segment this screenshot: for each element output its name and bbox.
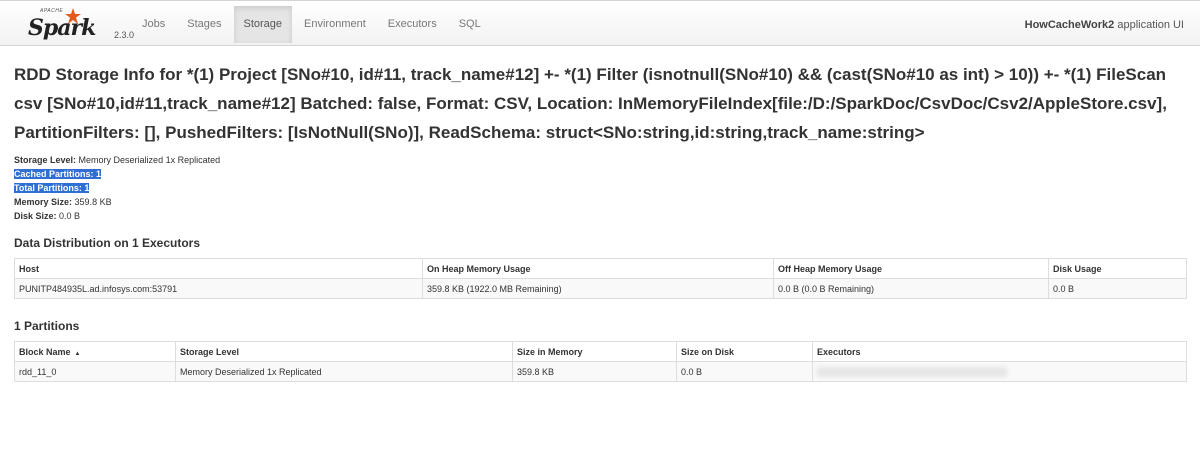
logo-spark-text: Spark — [28, 15, 96, 41]
app-name-bold: HowCacheWork2 — [1024, 19, 1115, 31]
redacted-executor — [817, 366, 1007, 377]
summary-storage-level: Storage Level: Memory Deserialized 1x Re… — [14, 153, 220, 167]
sort-ascending-icon: ▲ — [74, 350, 81, 357]
tab-sql[interactable]: SQL — [449, 6, 491, 43]
summary-disk-size: Disk Size: 0.0 B — [14, 209, 220, 223]
column-header-size-in-memory[interactable]: Size in Memory — [512, 341, 677, 362]
column-header-disk-usage[interactable]: Disk Usage — [1048, 258, 1187, 279]
column-header-host[interactable]: Host — [14, 258, 423, 279]
summary-label: Disk Size: — [14, 211, 57, 221]
app-name-suffix: application UI — [1114, 19, 1184, 31]
column-header-label: Block Name — [19, 346, 71, 357]
table-header-row: Host On Heap Memory Usage Off Heap Memor… — [14, 258, 1187, 279]
tab-jobs[interactable]: Jobs — [132, 6, 175, 43]
cell-host: PUNITP484935L.ad.infosys.com:53791 — [14, 278, 423, 299]
cell-on-heap: 359.8 KB (1922.0 MB Remaining) — [422, 278, 774, 299]
column-header-executors[interactable]: Executors — [812, 341, 1187, 362]
summary-label: Total Partitions: — [14, 183, 82, 193]
table-row: rdd_11_0 Memory Deserialized 1x Replicat… — [14, 361, 1187, 382]
cell-storage-level: Memory Deserialized 1x Replicated — [175, 361, 513, 382]
summary-label: Cached Partitions: — [14, 169, 94, 179]
summary-value: 1 — [84, 183, 90, 193]
summary-label: Storage Level: — [14, 155, 77, 165]
spark-logo[interactable]: APACHE Spark 2.3.0 — [28, 5, 138, 41]
cell-size-in-memory: 359.8 KB — [512, 361, 677, 382]
tab-executors[interactable]: Executors — [378, 6, 447, 43]
table-header-row: Block Name ▲ Storage Level Size in Memory… — [14, 341, 1187, 362]
cell-executors — [812, 361, 1187, 382]
logo-apache-text: APACHE — [40, 8, 64, 14]
nav-tabs: Jobs Stages Storage Environment Executor… — [132, 6, 493, 43]
column-header-block-name[interactable]: Block Name ▲ — [14, 341, 176, 362]
summary-value: 0.0 B — [59, 211, 81, 221]
page-title: RDD Storage Info for *(1) Project [SNo#1… — [14, 65, 1167, 142]
column-header-storage-level[interactable]: Storage Level — [175, 341, 513, 362]
rdd-summary: Storage Level: Memory Deserialized 1x Re… — [14, 153, 220, 223]
summary-label: Memory Size: — [14, 197, 73, 207]
summary-cached-partitions: Cached Partitions: 1 — [14, 167, 220, 181]
cell-disk-usage: 0.0 B — [1048, 278, 1187, 299]
summary-value: 359.8 KB — [74, 197, 112, 207]
partitions-heading: 1 Partitions — [14, 319, 80, 333]
tab-stages[interactable]: Stages — [177, 6, 231, 43]
cell-off-heap: 0.0 B (0.0 B Remaining) — [773, 278, 1049, 299]
tab-environment[interactable]: Environment — [294, 6, 376, 43]
distribution-table: Host On Heap Memory Usage Off Heap Memor… — [14, 258, 1187, 299]
cell-block-name: rdd_11_0 — [14, 361, 176, 382]
app-name: HowCacheWork2 application UI — [1025, 19, 1184, 31]
summary-value: 1 — [96, 169, 102, 179]
navbar: APACHE Spark 2.3.0 Jobs Stages Storage E… — [0, 0, 1200, 46]
tab-storage[interactable]: Storage — [233, 6, 293, 43]
table-row: PUNITP484935L.ad.infosys.com:53791 359.8… — [14, 278, 1187, 299]
summary-value: Memory Deserialized 1x Replicated — [78, 155, 221, 165]
cell-size-on-disk: 0.0 B — [676, 361, 813, 382]
column-header-on-heap[interactable]: On Heap Memory Usage — [422, 258, 774, 279]
summary-total-partitions: Total Partitions: 1 — [14, 181, 220, 195]
distribution-heading: Data Distribution on 1 Executors — [14, 236, 201, 250]
partitions-table: Block Name ▲ Storage Level Size in Memory… — [14, 341, 1187, 382]
summary-memory-size: Memory Size: 359.8 KB — [14, 195, 220, 209]
column-header-off-heap[interactable]: Off Heap Memory Usage — [773, 258, 1049, 279]
column-header-size-on-disk[interactable]: Size on Disk — [676, 341, 813, 362]
